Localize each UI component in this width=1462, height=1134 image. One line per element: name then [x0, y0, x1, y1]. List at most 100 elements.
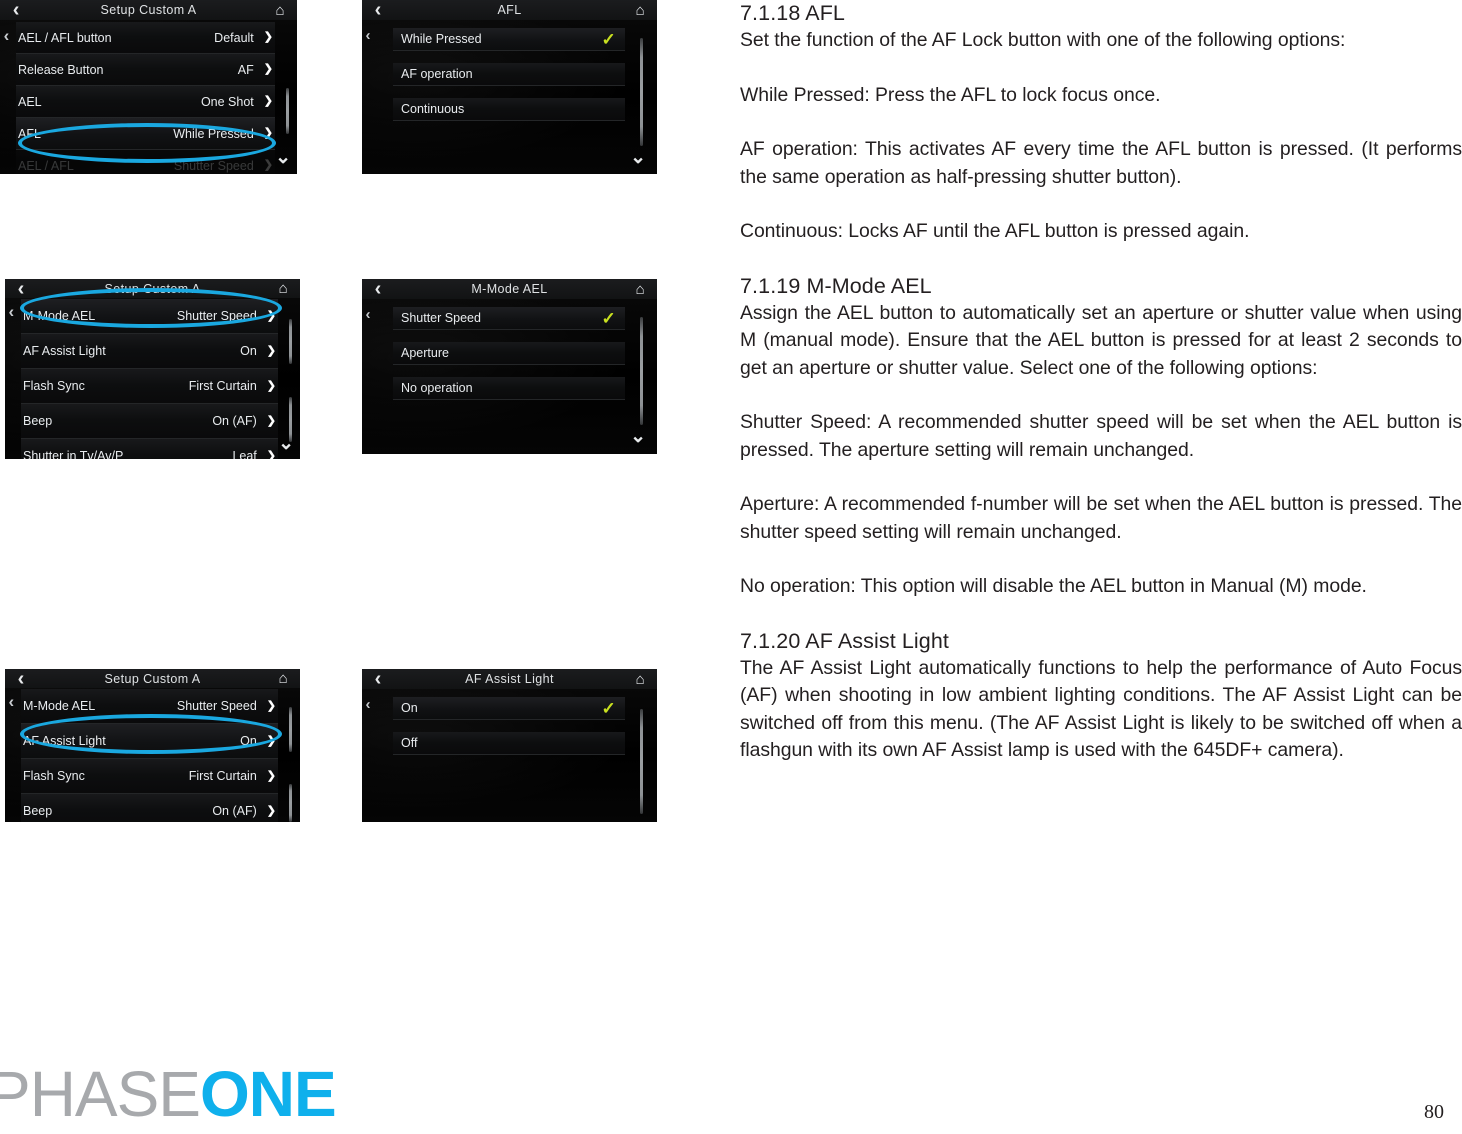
- para-7-1-20-intro: The AF Assist Light automatically functi…: [740, 656, 1462, 762]
- option-list: While Pressed ✓ AF operation Continuous: [393, 28, 625, 174]
- para-gap: [740, 464, 1462, 491]
- screenshot-af-assist-light-options: ‹ AF Assist Light ⌂ ‹ On ✓ Off: [362, 669, 657, 822]
- chevron-down-icon[interactable]: ⌄: [275, 148, 291, 167]
- menu-row-af-assist-light[interactable]: AF Assist Light On ❯: [21, 724, 278, 759]
- side-back-icon[interactable]: ‹: [9, 693, 15, 710]
- option-row-aperture[interactable]: Aperture: [393, 342, 625, 365]
- phaseone-logo: PHASEONE: [0, 1062, 337, 1126]
- menu-list: AEL / AFL button Default ❯ Release Butto…: [16, 22, 275, 174]
- chevron-right-icon[interactable]: ❯: [267, 380, 276, 392]
- back-icon[interactable]: ‹: [18, 279, 25, 299]
- scrollbar-lower[interactable]: [289, 784, 292, 822]
- side-back-icon[interactable]: ‹: [366, 28, 371, 43]
- back-icon[interactable]: ‹: [375, 0, 382, 20]
- check-icon: ✓: [601, 698, 616, 718]
- side-back-icon[interactable]: ‹: [9, 303, 15, 320]
- para-gap: [740, 546, 1462, 573]
- titlebar: ‹ Setup Custom A ⌂: [5, 279, 300, 299]
- row-label: M-Mode AEL: [23, 699, 96, 713]
- scrollbar[interactable]: [289, 707, 292, 752]
- menu-row-beep[interactable]: Beep On (AF) ❯: [21, 404, 278, 439]
- home-icon[interactable]: ⌂: [279, 281, 288, 296]
- titlebar: ‹ Setup Custom A ⌂: [5, 669, 300, 689]
- option-row-af-operation[interactable]: AF operation: [393, 63, 625, 86]
- chevron-down-icon[interactable]: ⌄: [630, 148, 646, 167]
- back-icon[interactable]: ‹: [18, 669, 25, 689]
- home-icon[interactable]: ⌂: [636, 672, 645, 687]
- chevron-down-icon[interactable]: ⌄: [278, 434, 294, 453]
- row-value: On: [240, 734, 257, 748]
- option-label: While Pressed: [401, 32, 482, 46]
- row-label: Release Button: [18, 62, 104, 77]
- scrollbar[interactable]: [640, 38, 643, 146]
- back-icon[interactable]: ‹: [375, 279, 382, 299]
- option-label: Off: [401, 736, 418, 750]
- para-7-1-19-aperture: Aperture: A recommended f-number will be…: [740, 493, 1462, 543]
- titlebar: ‹ Setup Custom A ⌂: [0, 0, 297, 20]
- row-label: AEL: [18, 94, 42, 109]
- option-row-on[interactable]: On ✓: [393, 697, 625, 720]
- chevron-right-icon[interactable]: ❯: [264, 128, 273, 139]
- home-icon[interactable]: ⌂: [275, 3, 284, 18]
- menu-row-af-assist-light[interactable]: AF Assist Light On ❯: [21, 334, 278, 369]
- option-row-shutter-speed[interactable]: Shutter Speed ✓: [393, 307, 625, 330]
- option-row-no-operation[interactable]: No operation: [393, 377, 625, 400]
- chevron-right-icon[interactable]: ❯: [267, 450, 276, 459]
- screenshot-afl-options: ‹ AFL ⌂ ‹ While Pressed ✓ AF operation C…: [362, 0, 657, 174]
- option-row-off[interactable]: Off: [393, 732, 625, 755]
- heading-7-1-19: 7.1.19 M-Mode AEL: [740, 273, 932, 298]
- menu-row-ael[interactable]: AEL One Shot ❯: [16, 86, 275, 118]
- menu-list: M-Mode AEL Shutter Speed ❯ AF Assist Lig…: [21, 299, 278, 459]
- back-icon[interactable]: ‹: [375, 669, 382, 689]
- chevron-right-icon[interactable]: ❯: [267, 805, 276, 817]
- chevron-right-icon[interactable]: ❯: [264, 64, 273, 75]
- chevron-right-icon[interactable]: ❯: [267, 415, 276, 427]
- scrollbar[interactable]: [286, 88, 289, 134]
- chevron-down-icon[interactable]: ⌄: [630, 427, 646, 446]
- chevron-right-icon[interactable]: ❯: [264, 160, 273, 171]
- home-icon[interactable]: ⌂: [636, 3, 645, 18]
- menu-row-flash-sync[interactable]: Flash Sync First Curtain ❯: [21, 759, 278, 794]
- row-label: Flash Sync: [23, 769, 85, 783]
- para-gap: [740, 191, 1462, 218]
- option-row-continuous[interactable]: Continuous: [393, 98, 625, 121]
- scrollbar[interactable]: [640, 709, 643, 814]
- row-value: AF: [237, 62, 254, 77]
- menu-row-afl[interactable]: AFL While Pressed ❯: [16, 118, 275, 150]
- titlebar: ‹ AFL ⌂: [362, 0, 657, 20]
- side-back-icon[interactable]: ‹: [4, 27, 10, 44]
- para-7-1-19-intro: Assign the AEL button to automatically s…: [740, 301, 1462, 379]
- row-gap: [393, 330, 625, 342]
- option-row-while-pressed[interactable]: While Pressed ✓: [393, 28, 625, 51]
- titlebar: ‹ AF Assist Light ⌂: [362, 669, 657, 689]
- menu-row-flash-sync[interactable]: Flash Sync First Curtain ❯: [21, 369, 278, 404]
- titlebar: ‹ M-Mode AEL ⌂: [362, 279, 657, 299]
- scrollbar[interactable]: [640, 317, 643, 425]
- menu-row-beep[interactable]: Beep On (AF) ❯: [21, 794, 278, 822]
- row-value: First Curtain: [188, 379, 257, 393]
- chevron-right-icon[interactable]: ❯: [267, 735, 276, 747]
- menu-row-m-mode-ael[interactable]: M-Mode AEL Shutter Speed ❯: [21, 299, 278, 334]
- scrollbar[interactable]: [289, 319, 292, 364]
- chevron-right-icon[interactable]: ❯: [267, 700, 276, 712]
- menu-row-ael-afl-button[interactable]: AEL / AFL button Default ❯: [16, 22, 275, 54]
- side-back-icon[interactable]: ‹: [366, 307, 371, 322]
- chevron-right-icon[interactable]: ❯: [264, 32, 273, 43]
- home-icon[interactable]: ⌂: [636, 282, 645, 297]
- chevron-right-icon[interactable]: ❯: [264, 96, 273, 107]
- back-icon[interactable]: ‹: [13, 0, 20, 20]
- row-value: On (AF): [212, 804, 257, 818]
- menu-row-shutter-in-tv-av-p[interactable]: Shutter in Tv/Av/P Leaf ❯: [21, 439, 278, 459]
- chevron-right-icon[interactable]: ❯: [267, 310, 276, 322]
- row-label: AEL / AFL: [18, 158, 74, 173]
- chevron-right-icon[interactable]: ❯: [267, 345, 276, 357]
- menu-row-m-mode-ael[interactable]: M-Mode AEL Shutter Speed ❯: [21, 689, 278, 724]
- option-label: Aperture: [401, 346, 449, 360]
- home-icon[interactable]: ⌂: [279, 671, 288, 686]
- chevron-right-icon[interactable]: ❯: [267, 770, 276, 782]
- menu-row-partial[interactable]: AEL / AFL Shutter Speed ❯: [16, 150, 275, 174]
- side-back-icon[interactable]: ‹: [366, 697, 371, 712]
- option-label: Continuous: [401, 102, 465, 116]
- menu-row-release-button[interactable]: Release Button AF ❯: [16, 54, 275, 86]
